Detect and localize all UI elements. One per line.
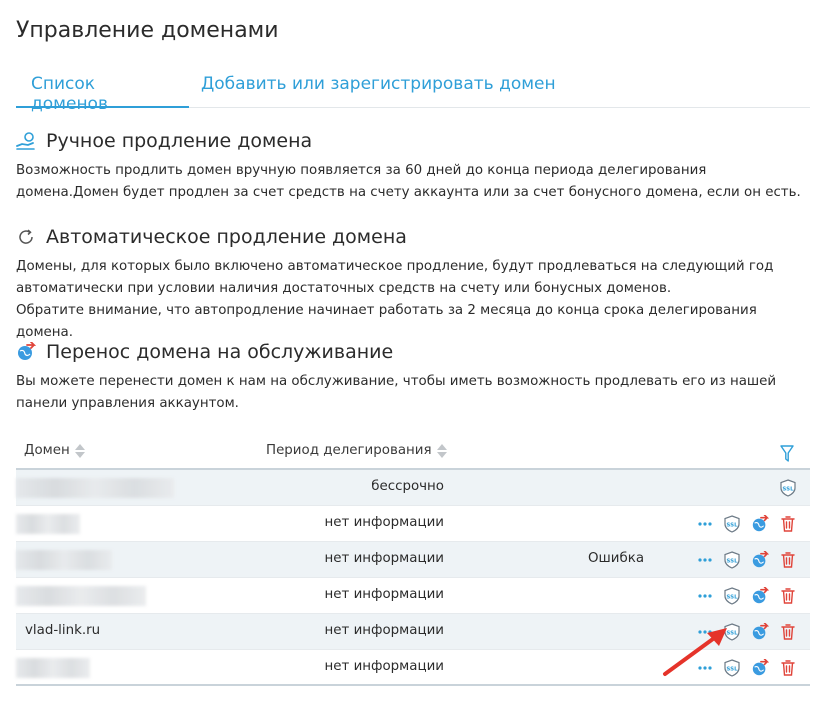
column-header-label: Период делегирования — [266, 443, 432, 458]
column-header-domain[interactable]: Домен — [24, 443, 85, 458]
redacted-domain — [16, 550, 112, 570]
annotation-arrow — [663, 628, 727, 676]
redacted-domain — [16, 586, 146, 606]
trash-icon[interactable] — [779, 659, 797, 677]
refresh-icon — [16, 227, 36, 247]
period-cell: нет информации — [324, 623, 444, 638]
column-header-period[interactable]: Период делегирования — [266, 443, 447, 458]
globe-arrow-icon[interactable] — [751, 515, 769, 533]
table-row: бессрочно SSL — [16, 470, 810, 506]
period-cell: нет информации — [324, 659, 444, 674]
ssl-shield-icon[interactable]: SSL — [779, 479, 797, 497]
tab-add-domain[interactable]: Добавить или зарегистрировать домен — [186, 62, 571, 108]
table-row: нет информации SSL — [16, 578, 810, 614]
redacted-domain — [16, 478, 174, 498]
page-title: Управление доменами — [16, 18, 279, 43]
ssl-label: SSL — [726, 559, 738, 565]
trash-icon[interactable] — [779, 623, 797, 641]
ssl-label: SSL — [782, 487, 794, 493]
ssl-shield-icon[interactable]: SSL — [723, 587, 741, 605]
globe-arrow-icon[interactable] — [751, 659, 769, 677]
globe-arrow-icon[interactable] — [751, 623, 769, 641]
tab-bar: Список доменов Добавить или зарегистриро… — [16, 62, 810, 114]
redacted-domain — [16, 514, 80, 534]
section-auto-renewal: Автоматическое продление домена — [16, 226, 407, 248]
redacted-domain — [16, 658, 90, 678]
ssl-shield-icon[interactable]: SSL — [723, 551, 741, 569]
period-cell: нет информации — [324, 587, 444, 602]
period-cell: нет информации — [324, 551, 444, 566]
globe-arrow-icon[interactable] — [751, 551, 769, 569]
globe-arrow-icon[interactable] — [751, 587, 769, 605]
ssl-label: SSL — [726, 595, 738, 601]
more-dots-icon[interactable] — [696, 587, 714, 605]
ssl-shield-icon[interactable]: SSL — [723, 515, 741, 533]
trash-icon[interactable] — [779, 515, 797, 533]
section-title: Перенос домена на обслуживание — [46, 341, 394, 363]
section-text: Возможность продлить домен вручную появл… — [16, 163, 801, 200]
trash-icon[interactable] — [779, 587, 797, 605]
sort-icon[interactable] — [436, 443, 447, 458]
section-transfer: Перенос домена на обслуживание — [16, 341, 393, 363]
domain-name[interactable]: vlad-link.ru — [25, 623, 100, 638]
period-cell: бессрочно — [371, 479, 444, 494]
table-row: нет информации SSL — [16, 506, 810, 542]
tab-domain-list[interactable]: Список доменов — [16, 62, 189, 114]
auto-renewal-text: Домены, для которых было включено автома… — [16, 259, 774, 296]
column-header-label: Домен — [24, 443, 70, 458]
globe-arrow-icon — [16, 342, 36, 362]
sort-icon[interactable] — [74, 443, 85, 458]
section-text: Вы можете перенести домен к нам на обслу… — [16, 374, 777, 411]
section-manual-renewal: Ручное продление домена — [16, 130, 312, 152]
auto-renewal-note: Обратите внимание, что автопродление нач… — [16, 303, 757, 340]
hand-coin-icon — [16, 131, 36, 151]
more-dots-icon[interactable] — [696, 551, 714, 569]
more-dots-icon[interactable] — [696, 515, 714, 533]
table-row: нет информации Ошибка SSL — [16, 542, 810, 578]
status-text: Ошибка — [588, 551, 645, 566]
filter-icon[interactable] — [780, 445, 794, 463]
table-header: Домен Период делегирования — [16, 436, 810, 470]
period-cell: нет информации — [324, 515, 444, 530]
section-title: Автоматическое продление домена — [46, 226, 407, 248]
section-title: Ручное продление домена — [46, 130, 313, 152]
section-text: Домены, для которых было включено автома… — [16, 256, 806, 344]
ssl-label: SSL — [726, 523, 738, 529]
trash-icon[interactable] — [779, 551, 797, 569]
